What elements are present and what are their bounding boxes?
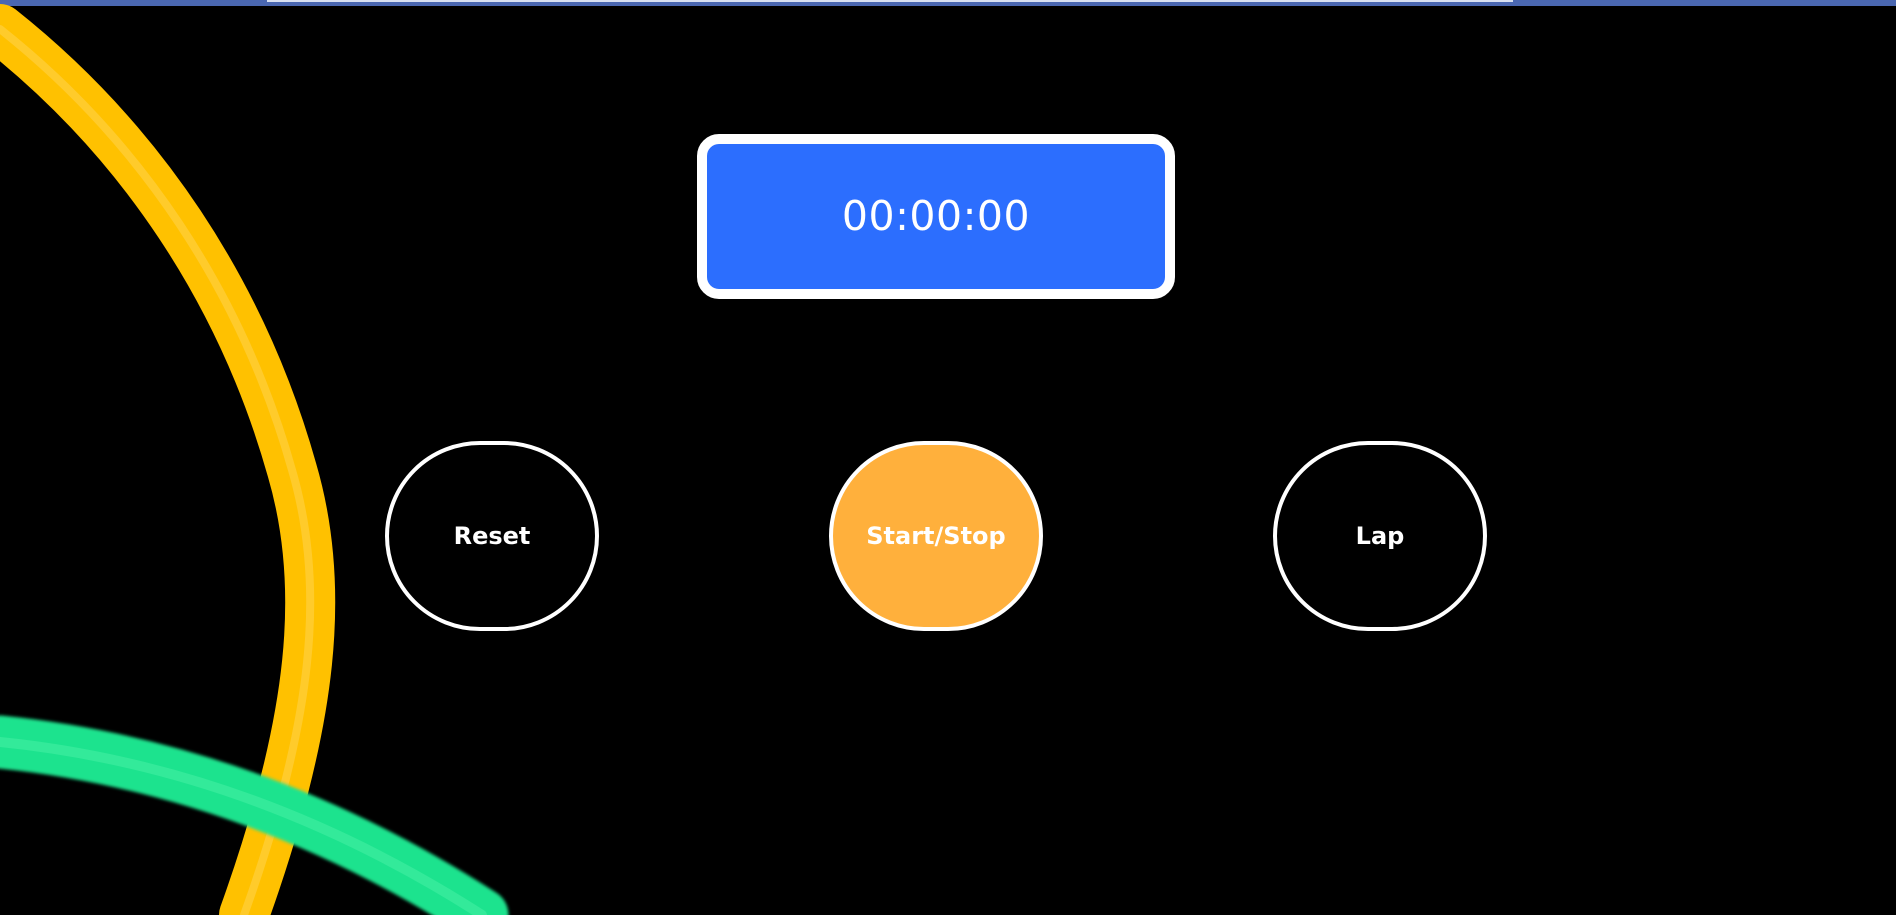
- start-stop-button[interactable]: Start/Stop: [829, 441, 1043, 631]
- timer-display-card: 00:00:00: [697, 134, 1175, 299]
- start-stop-button-label: Start/Stop: [866, 522, 1006, 550]
- lap-button[interactable]: Lap: [1273, 441, 1487, 631]
- reset-button-label: Reset: [453, 522, 531, 550]
- reset-button[interactable]: Reset: [385, 441, 599, 631]
- lap-button-label: Lap: [1355, 522, 1405, 550]
- timer-display: 00:00:00: [841, 192, 1031, 240]
- stopwatch-page: 00:00:00 Reset Start/Stop Lap: [0, 0, 1896, 915]
